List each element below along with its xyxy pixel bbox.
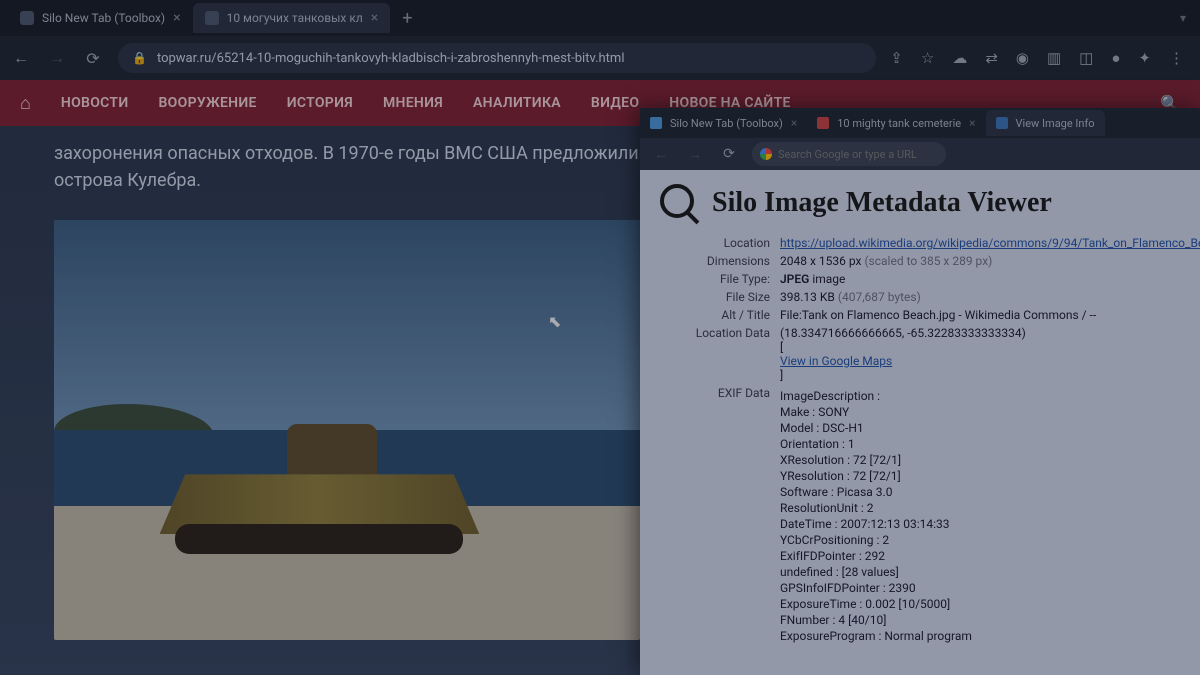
win2-tab-viewinfo[interactable]: View Image Info — [986, 110, 1105, 136]
exif-row: undefined : [28 values] — [780, 564, 1180, 580]
meta-value: 2048 x 1536 px (scaled to 385 x 289 px) — [780, 254, 1180, 268]
magnifier-icon — [660, 184, 698, 222]
meta-label: Dimensions — [660, 254, 780, 268]
install-icon[interactable]: ⇪ — [890, 49, 903, 67]
metadata-window: Silo New Tab (Toolbox) × 10 mighty tank … — [640, 108, 1200, 675]
meta-label: Alt / Title — [660, 308, 780, 322]
home-icon[interactable]: ⌂ — [20, 93, 31, 114]
close-icon[interactable]: × — [173, 10, 180, 26]
extensions-icon[interactable]: ✦ — [1138, 49, 1151, 67]
exif-row: YCbCrPositioning : 2 — [780, 532, 1180, 548]
tab-favicon — [650, 117, 662, 129]
exif-list: ImageDescription :Make : SONYModel : DSC… — [780, 388, 1180, 644]
exif-row: ExposureTime : 0.002 [10/5000] — [780, 596, 1180, 612]
tab-title: Silo New Tab (Toolbox) — [42, 11, 165, 25]
tab-favicon — [996, 117, 1008, 129]
nav-link[interactable]: АНАЛИТИКА — [473, 95, 561, 111]
ext2-icon[interactable]: ▥ — [1047, 49, 1061, 67]
nav-link[interactable]: ВООРУЖЕНИЕ — [158, 95, 256, 111]
viewer-title: Silo Image Metadata Viewer — [712, 187, 1052, 219]
url-field[interactable]: 🔒 topwar.ru/65214-10-moguchih-tankovyh-k… — [118, 43, 876, 73]
reload-button[interactable]: ⟳ — [82, 49, 104, 68]
tab-title: Silo New Tab (Toolbox) — [670, 117, 783, 130]
meta-value: 398.13 KB (407,687 bytes) — [780, 290, 1180, 304]
maps-link[interactable]: View in Google Maps — [780, 354, 892, 368]
tab-favicon — [205, 11, 219, 25]
win2-tab-silo[interactable]: Silo New Tab (Toolbox) × — [640, 110, 807, 136]
meta-label: Location — [660, 236, 780, 250]
exif-row: YResolution : 72 [72/1] — [780, 468, 1180, 484]
tab-title: View Image Info — [1016, 117, 1095, 130]
tab-favicon — [20, 11, 34, 25]
tab-silo[interactable]: Silo New Tab (Toolbox) × — [8, 3, 193, 33]
win2-tab-strip: Silo New Tab (Toolbox) × 10 mighty tank … — [640, 108, 1200, 138]
forward-button[interactable]: → — [46, 48, 68, 68]
tab-strip: Silo New Tab (Toolbox) × 10 могучих танк… — [0, 0, 1200, 36]
nav-link[interactable]: ИСТОРИЯ — [287, 95, 353, 111]
address-bar: ← → ⟳ 🔒 topwar.ru/65214-10-moguchih-tank… — [0, 36, 1200, 80]
exif-row: Make : SONY — [780, 404, 1180, 420]
url-text: topwar.ru/65214-10-moguchih-tankovyh-kla… — [157, 51, 625, 66]
exif-row: XResolution : 72 [72/1] — [780, 452, 1180, 468]
exif-row: Software : Picasa 3.0 — [780, 484, 1180, 500]
win2-tab-article[interactable]: 10 mighty tank cemeterie × — [807, 110, 985, 136]
profile-icon[interactable]: ● — [1111, 49, 1120, 67]
nav-link[interactable]: МНЕНИЯ — [383, 95, 443, 111]
close-icon[interactable]: × — [969, 116, 975, 130]
tab-title: 10 mighty tank cemeterie — [837, 117, 961, 130]
exif-row: ExifIFDPointer : 292 — [780, 548, 1180, 564]
reload-button[interactable]: ⟳ — [718, 146, 740, 162]
meta-value: File:Tank on Flamenco Beach.jpg - Wikime… — [780, 308, 1180, 322]
exif-row: Model : DSC-H1 — [780, 420, 1180, 436]
ext3-icon[interactable]: ◫ — [1079, 49, 1093, 67]
exif-row: ResolutionUnit : 2 — [780, 500, 1180, 516]
forward-button[interactable]: → — [684, 146, 706, 163]
article-image[interactable] — [54, 220, 640, 640]
toolbar-icons: ⇪ ☆ ☁ ⇄ ◉ ▥ ◫ ● ✦ ⋮ — [890, 49, 1190, 67]
meta-label: Location Data — [660, 326, 780, 382]
tab-title: 10 могучих танковых кл — [227, 11, 363, 25]
location-link[interactable]: https://upload.wikimedia.org/wikipedia/c… — [780, 236, 1200, 250]
cloud-icon[interactable]: ☁ — [952, 49, 967, 67]
metadata-table: Location https://upload.wikimedia.org/wi… — [660, 234, 1180, 646]
bookmark-icon[interactable]: ☆ — [921, 49, 934, 67]
meta-label: File Size — [660, 290, 780, 304]
tab-article[interactable]: 10 могучих танковых кл × — [193, 3, 391, 33]
meta-label: File Type: — [660, 272, 780, 286]
meta-value: (18.334716666666665, -65.32283333333334)… — [780, 326, 1180, 382]
back-button[interactable]: ← — [10, 48, 32, 68]
sync-icon[interactable]: ⇄ — [985, 49, 998, 67]
menu-icon[interactable]: ⋮ — [1169, 49, 1184, 67]
main-browser-chrome: Silo New Tab (Toolbox) × 10 могучих танк… — [0, 0, 1200, 80]
exif-row: ImageDescription : — [780, 388, 1180, 404]
lock-icon: 🔒 — [132, 51, 147, 65]
exif-row: GPSInfoIFDPointer : 2390 — [780, 580, 1180, 596]
meta-label: EXIF Data — [660, 386, 780, 644]
tabs-dropdown-icon[interactable]: ▾ — [1180, 11, 1186, 25]
new-tab-button[interactable]: + — [390, 8, 424, 29]
meta-value: JPEG image — [780, 272, 1180, 286]
exif-row: FNumber : 4 [40/10] — [780, 612, 1180, 628]
exif-row: ExposureProgram : Normal program — [780, 628, 1180, 644]
close-icon[interactable]: × — [791, 116, 797, 130]
nav-link[interactable]: ВИДЕО — [591, 95, 639, 111]
win2-address-bar: ← → ⟳ — [640, 138, 1200, 170]
exif-row: Orientation : 1 — [780, 436, 1180, 452]
metadata-viewer: Silo Image Metadata Viewer Location http… — [640, 170, 1200, 675]
back-button[interactable]: ← — [650, 146, 672, 163]
tab-favicon — [817, 117, 829, 129]
close-icon[interactable]: × — [371, 10, 378, 26]
exif-row: DateTime : 2007:12:13 03:14:33 — [780, 516, 1180, 532]
nav-link[interactable]: НОВОСТИ — [61, 95, 129, 111]
ext1-icon[interactable]: ◉ — [1016, 49, 1029, 67]
search-input[interactable] — [752, 142, 946, 166]
